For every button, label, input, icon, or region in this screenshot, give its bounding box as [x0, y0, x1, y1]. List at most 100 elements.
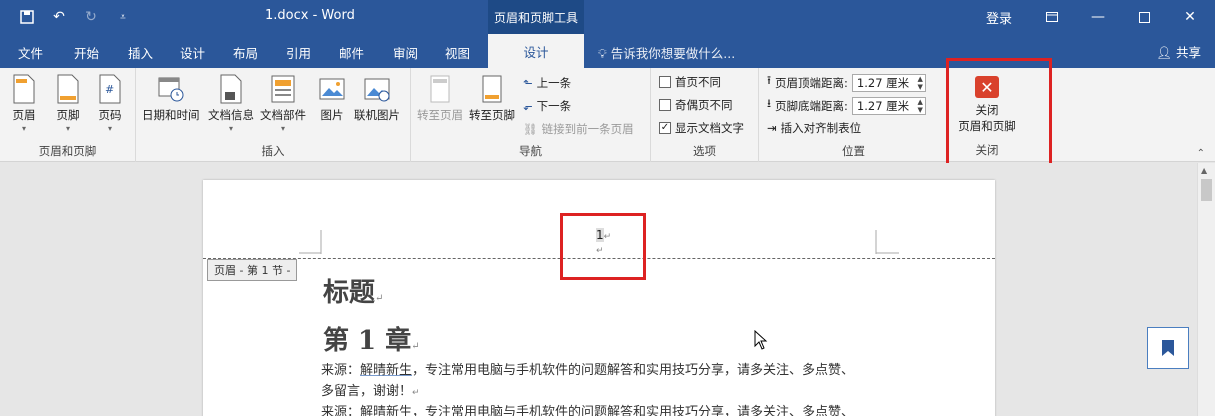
- context-tools-label: 页眉和页脚工具: [488, 0, 584, 34]
- online-picture-icon: [364, 78, 390, 102]
- maximize-icon[interactable]: [1121, 0, 1167, 34]
- previous-icon: ⬑: [523, 76, 533, 90]
- svg-text:#: #: [105, 83, 114, 96]
- group-label-insert: 插入: [261, 144, 285, 158]
- tab-view[interactable]: 视图: [445, 43, 470, 62]
- tab-review[interactable]: 审阅: [393, 43, 418, 62]
- calendar-clock-icon: [158, 77, 184, 102]
- save-icon[interactable]: [16, 6, 38, 28]
- checkbox-checked-icon: ✓: [659, 122, 671, 134]
- checkbox-icon: [659, 99, 671, 111]
- group-options: 首页不同 奇偶页不同 ✓ 显示文档文字 选项: [651, 68, 759, 162]
- page-number-icon: #: [99, 74, 121, 104]
- group-header-footer: 页眉 ▾ 页脚 ▾ # 页码 ▾ 页眉和页脚: [0, 68, 136, 162]
- body-paragraph-2: 来源：解晴新生，专注常用电脑与手机软件的问题解答和实用技巧分享，请多关注、多点赞…: [321, 405, 855, 416]
- document-info-icon: [220, 74, 242, 104]
- online-picture-button[interactable]: 联机图片: [354, 74, 400, 123]
- goto-header-label: 转至页眉: [417, 108, 463, 122]
- quick-access-toolbar: ↶ ↻ ⩡: [16, 6, 134, 28]
- page-number-button[interactable]: # 页码 ▾: [96, 74, 124, 133]
- insert-align-tab-button[interactable]: ⇥ 插入对齐制表位: [767, 120, 861, 136]
- previous-label: 上一条: [536, 76, 572, 90]
- different-first-page-checkbox[interactable]: 首页不同: [659, 74, 721, 90]
- highlight-page-number-box: [560, 213, 646, 280]
- scroll-up-icon[interactable]: ▲: [1201, 166, 1207, 175]
- customize-qat-icon[interactable]: ⩡: [112, 6, 134, 28]
- footer-bottom-label: 页脚底端距离:: [775, 98, 848, 113]
- group-position: ⭱ 页眉顶端距离: 1.27 厘米 ▲ ▼ ⭳ 页脚底端距离: 1.27 厘米 ▲…: [759, 68, 949, 162]
- tab-header-footer-design[interactable]: 设计: [488, 34, 584, 68]
- doc-info-button[interactable]: 文档信息 ▾: [208, 74, 254, 133]
- spinner-arrows-icon[interactable]: ▲ ▼: [918, 98, 923, 114]
- online-picture-label: 联机图片: [354, 108, 400, 122]
- doc-info-label: 文档信息: [208, 108, 254, 122]
- doc-parts-label: 文档部件: [260, 108, 306, 122]
- footer-button[interactable]: 页脚 ▾: [54, 74, 82, 133]
- chevron-down-icon: ▾: [280, 124, 285, 133]
- collapse-ribbon-icon[interactable]: ⌃: [1197, 148, 1205, 159]
- tab-design[interactable]: 设计: [180, 43, 205, 62]
- tab-home[interactable]: 开始: [74, 43, 99, 62]
- tab-references[interactable]: 引用: [286, 43, 311, 62]
- share-button[interactable]: 👤︎ 共享: [1156, 42, 1201, 61]
- align-tab-icon: ⇥: [767, 121, 777, 135]
- heading-title: 标题↵: [323, 278, 384, 308]
- group-label-options: 选项: [693, 144, 716, 158]
- date-time-button[interactable]: 日期和时间: [142, 74, 200, 123]
- insert-align-tab-label: 插入对齐制表位: [780, 121, 862, 135]
- tell-me-box[interactable]: 💡︎ 告诉我你想要做什么...: [598, 43, 735, 62]
- vertical-scrollbar[interactable]: ▲: [1197, 163, 1215, 416]
- goto-footer-label: 转至页脚: [469, 108, 515, 122]
- group-label-position: 位置: [842, 144, 865, 158]
- heading-chapter: 第 1 章↵: [323, 326, 420, 356]
- picture-button[interactable]: 图片: [318, 74, 346, 123]
- redo-icon[interactable]: ↻: [80, 6, 102, 28]
- chevron-down-icon: ▾: [21, 124, 26, 133]
- group-label-header-footer: 页眉和页脚: [38, 144, 97, 158]
- previous-button[interactable]: ⬑ 上一条: [523, 75, 571, 91]
- goto-footer-button[interactable]: 转至页脚: [469, 74, 515, 123]
- footer-bottom-input[interactable]: 1.27 厘米 ▲ ▼: [851, 96, 926, 115]
- document-canvas: 页眉 - 第 1 节 - 1↵ ↵ 标题↵ 第 1 章↵ 来源：解晴新生，专注常用…: [0, 163, 1197, 416]
- quick-parts-icon: [271, 75, 295, 103]
- ribbon-display-options-icon[interactable]: [1029, 0, 1075, 34]
- checkbox-icon: [659, 76, 671, 88]
- login-link[interactable]: 登录: [986, 8, 1012, 27]
- crop-mark-left: [299, 230, 322, 254]
- header-label: 页眉: [12, 108, 36, 122]
- header-icon: [13, 74, 35, 104]
- spinner-arrows-icon[interactable]: ▲ ▼: [918, 75, 923, 91]
- link-previous-button[interactable]: ⛓︎ 链接到前一条页眉: [523, 121, 634, 137]
- tab-layout[interactable]: 布局: [233, 43, 258, 62]
- next-label: 下一条: [536, 99, 572, 113]
- header-top-label: 页眉顶端距离:: [775, 75, 848, 90]
- minimize-icon[interactable]: —: [1075, 0, 1121, 34]
- scrollbar-thumb[interactable]: [1201, 179, 1212, 201]
- person-icon: 👤︎: [1156, 45, 1172, 60]
- goto-header-icon: [430, 75, 450, 103]
- tab-insert[interactable]: 插入: [128, 43, 153, 62]
- tell-me-text: 告诉我你想要做什么...: [610, 46, 736, 61]
- close-window-icon[interactable]: ✕: [1167, 0, 1213, 34]
- title-bar: ↶ ↻ ⩡ 1.docx - Word 页眉和页脚工具 登录 — ✕: [0, 0, 1215, 34]
- different-first-label: 首页不同: [675, 75, 721, 89]
- show-doc-text-label: 显示文档文字: [675, 121, 744, 135]
- link-previous-label: 链接到前一条页眉: [541, 122, 634, 136]
- undo-icon[interactable]: ↶: [48, 6, 70, 28]
- goto-header-button[interactable]: 转至页眉: [417, 74, 463, 123]
- chevron-down-icon: ▾: [107, 124, 112, 133]
- header-button[interactable]: 页眉 ▾: [10, 74, 38, 133]
- doc-parts-button[interactable]: 文档部件 ▾: [260, 74, 306, 133]
- goto-footer-icon: [482, 75, 502, 103]
- source-link[interactable]: 解晴新生: [360, 363, 412, 378]
- header-top-value: 1.27 厘米: [856, 75, 910, 90]
- tab-mailings[interactable]: 邮件: [339, 43, 364, 62]
- show-document-text-checkbox[interactable]: ✓ 显示文档文字: [659, 120, 744, 136]
- picture-label: 图片: [320, 108, 344, 122]
- different-odd-even-checkbox[interactable]: 奇偶页不同: [659, 97, 733, 113]
- tab-file[interactable]: 文件: [18, 43, 43, 62]
- next-button[interactable]: ⬐ 下一条: [523, 98, 571, 114]
- header-top-distance: ⭱ 页眉顶端距离: 1.27 厘米 ▲ ▼: [767, 73, 926, 92]
- bookmark-button[interactable]: [1147, 327, 1189, 369]
- header-top-input[interactable]: 1.27 厘米 ▲ ▼: [851, 73, 926, 92]
